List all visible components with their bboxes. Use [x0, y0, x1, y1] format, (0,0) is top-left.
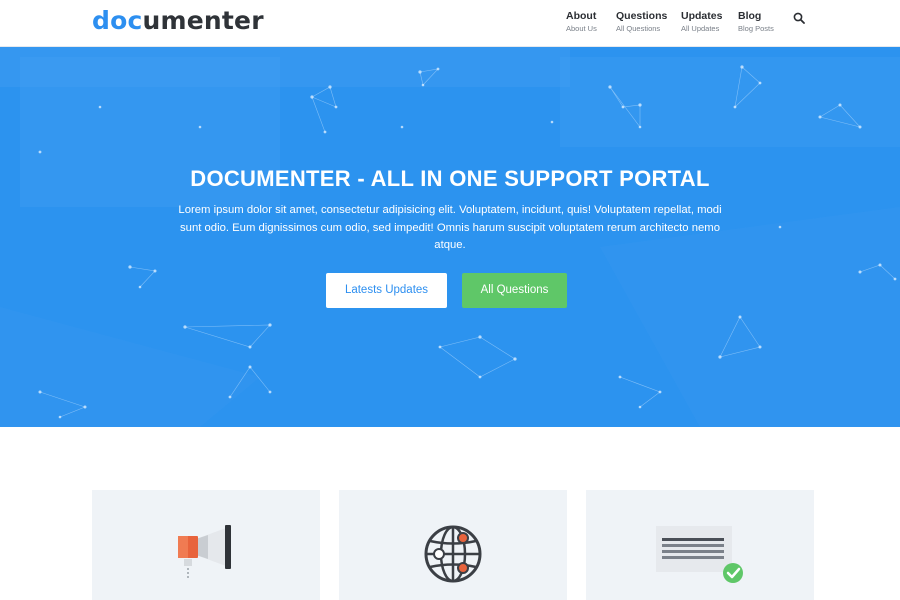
document-check-icon: [656, 526, 743, 583]
search-icon[interactable]: [793, 12, 805, 24]
hero-subtitle: Lorem ipsum dolor sit amet, consectetur …: [178, 204, 722, 251]
nav-item-subtitle: All Questions: [616, 24, 661, 33]
site-header: documenter About About Us Questions All …: [0, 0, 900, 47]
nav-item-title: Updates: [681, 10, 723, 22]
nav-item-questions[interactable]: Questions All Questions: [616, 10, 667, 35]
main-nav: About About Us Questions All Questions U…: [0, 10, 900, 40]
latest-updates-button[interactable]: Latests Updates: [326, 273, 447, 308]
hero-title: DOCUMENTER - ALL IN ONE SUPPORT PORTAL: [190, 166, 710, 191]
nav-item-about[interactable]: About About Us: [566, 10, 597, 35]
feature-card-updates[interactable]: [92, 490, 320, 600]
feature-card-questions[interactable]: [339, 490, 567, 600]
nav-item-title: Blog: [738, 10, 762, 22]
nav-item-blog[interactable]: Blog Blog Posts: [738, 10, 774, 35]
nav-item-updates[interactable]: Updates All Updates: [681, 10, 722, 35]
nav-item-subtitle: About Us: [566, 24, 597, 33]
nav-item-title: Questions: [616, 10, 668, 22]
nav-item-subtitle: All Updates: [681, 24, 720, 33]
hero-banner: DOCUMENTER - ALL IN ONE SUPPORT PORTAL L…: [0, 47, 900, 427]
megaphone-icon: [178, 525, 231, 580]
nav-item-subtitle: Blog Posts: [738, 24, 774, 33]
nav-item-title: About: [566, 10, 597, 22]
globe-network-icon: [424, 525, 482, 583]
all-questions-button[interactable]: All Questions: [462, 273, 567, 308]
feature-card-documents[interactable]: [586, 490, 814, 600]
